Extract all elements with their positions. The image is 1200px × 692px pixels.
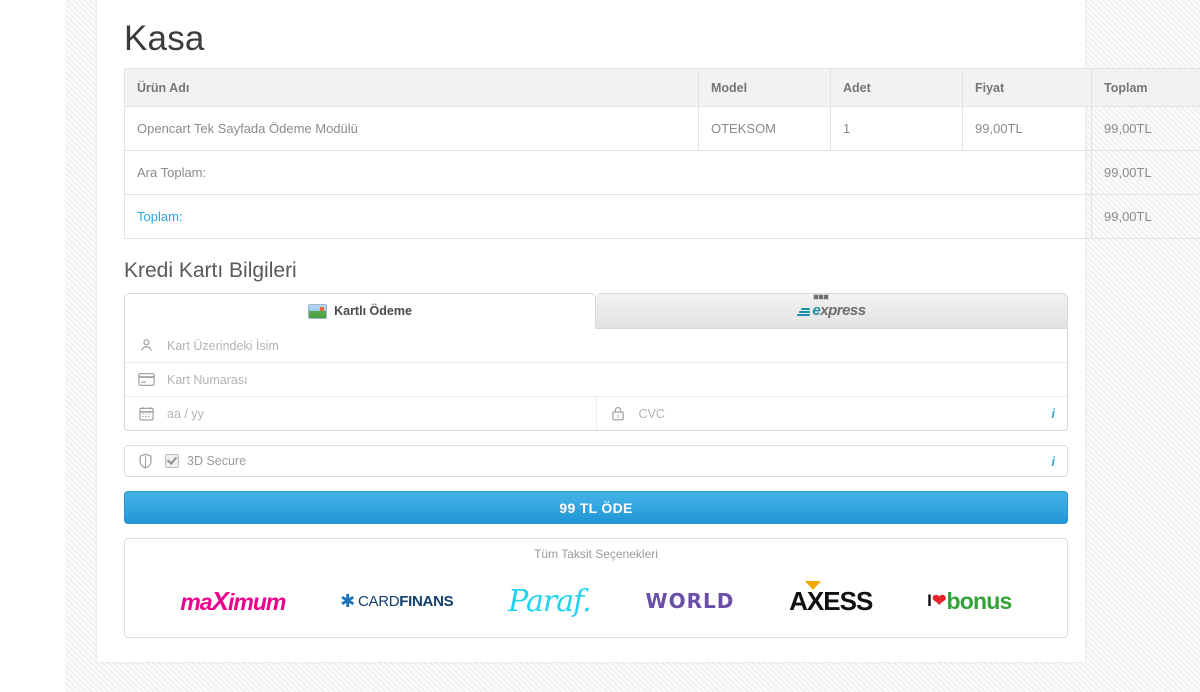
holder-name-input[interactable]: Kart Üzerindeki İsim	[167, 339, 279, 353]
cell-quantity: 1	[830, 106, 963, 151]
total-label: Toplam:	[124, 194, 1092, 239]
column-header-total: Toplam	[1091, 68, 1200, 107]
column-header-price: Fiyat	[962, 68, 1092, 107]
credit-card-box: Kartlı Ödeme express Kart Üzerindeki İsi…	[124, 293, 1068, 431]
bkm-badge-icon	[813, 294, 830, 300]
cell-price: 99,00TL	[962, 106, 1092, 151]
person-icon	[125, 338, 167, 353]
card-brand-logos: maXimum ✱ CARD FINANS Paraf. WORLD AXESS I…	[125, 573, 1067, 629]
cell-total: 99,00TL	[1091, 106, 1200, 151]
cart-table: Ürün Adı Model Adet Fiyat Toplam Opencar…	[124, 68, 1200, 239]
axess-logo: AXESS	[789, 580, 873, 617]
cardfinans-logo: ✱ CARD FINANS	[340, 590, 454, 611]
cvc-input[interactable]: CVC	[639, 407, 665, 421]
triangle-icon	[805, 580, 822, 590]
maximum-logo: maXimum	[180, 585, 286, 616]
lock-icon: 0	[597, 406, 639, 421]
svg-text:0: 0	[616, 414, 619, 419]
checkout-page: Kasa Ürün Adı Model Adet Fiyat Toplam Op…	[0, 0, 1200, 692]
field-row-card-number: Kart Numarası	[125, 362, 1067, 396]
cvc-info-icon[interactable]: i	[1051, 406, 1055, 421]
bonus-logo: I ❤ bonus	[927, 587, 1012, 614]
world-logo: WORLD	[645, 589, 735, 613]
cell-model: OTEKSOM	[698, 106, 831, 151]
subtotal-value: 99,00TL	[1091, 150, 1200, 195]
tab-card-payment-label: Kartlı Ödeme	[334, 304, 412, 318]
total-value: 99,00TL	[1091, 194, 1200, 239]
bkm-bars-icon	[797, 308, 811, 318]
card-image-icon	[308, 303, 328, 319]
holder-name-cell[interactable]: Kart Üzerindeki İsim	[125, 329, 1067, 362]
bkm-express-wordmark: express	[812, 294, 866, 318]
installments-box: Tüm Taksit Seçenekleri maXimum ✱ CARD FINA…	[124, 538, 1068, 638]
installments-title: Tüm Taksit Seçenekleri	[534, 547, 658, 561]
field-row-holder-name: Kart Üzerindeki İsim	[125, 329, 1067, 362]
column-header-model: Model	[698, 68, 831, 107]
bkm-express-logo: express	[797, 294, 866, 318]
summary-row-subtotal: Ara Toplam: 99,00TL	[124, 150, 1200, 195]
credit-card-icon	[125, 373, 167, 386]
expiry-cell[interactable]: aa / yy	[125, 397, 596, 430]
checkout-card: Kasa Ürün Adı Model Adet Fiyat Toplam Op…	[97, 0, 1200, 662]
shield-icon	[125, 453, 165, 469]
calendar-icon	[125, 406, 167, 421]
heart-icon: ❤	[932, 591, 946, 610]
3d-secure-row[interactable]: 3D Secure i	[124, 445, 1068, 477]
card-number-cell[interactable]: Kart Numarası	[125, 363, 1067, 396]
tab-card-payment[interactable]: Kartlı Ödeme	[124, 293, 596, 329]
3d-secure-label: 3D Secure	[187, 454, 247, 468]
letter-i: I	[927, 591, 932, 610]
column-header-qty: Adet	[830, 68, 963, 107]
card-number-input[interactable]: Kart Numarası	[167, 373, 248, 387]
table-row: Opencart Tek Sayfada Ödeme Modülü OTEKSO…	[124, 106, 1200, 151]
tab-bkm-express[interactable]: express	[596, 293, 1068, 329]
3d-secure-checkbox[interactable]	[165, 454, 179, 468]
table-header-row: Ürün Adı Model Adet Fiyat Toplam	[124, 68, 1200, 107]
3d-secure-info-icon[interactable]: i	[1051, 454, 1055, 469]
cvc-cell[interactable]: 0 CVC i	[595, 397, 1068, 430]
cell-product-name: Opencart Tek Sayfada Ödeme Modülü	[124, 106, 699, 151]
field-row-expiry-cvc: aa / yy 0 CVC i	[125, 396, 1067, 430]
card-fields: Kart Üzerindeki İsim Kart Numarası aa / …	[124, 329, 1068, 431]
asterisk-icon: ✱	[340, 590, 355, 611]
column-header-name: Ürün Adı	[124, 68, 699, 107]
pay-button[interactable]: 99 TL ÖDE	[124, 491, 1068, 524]
paraf-logo: Paraf.	[508, 583, 592, 619]
payment-method-tabs: Kartlı Ödeme express	[124, 293, 1068, 329]
credit-card-heading: Kredi Kartı Bilgileri	[124, 259, 297, 282]
summary-row-total: Toplam: 99,00TL	[124, 194, 1200, 239]
expiry-input[interactable]: aa / yy	[167, 407, 204, 421]
page-title: Kasa	[124, 19, 205, 58]
subtotal-label: Ara Toplam:	[124, 150, 1092, 195]
